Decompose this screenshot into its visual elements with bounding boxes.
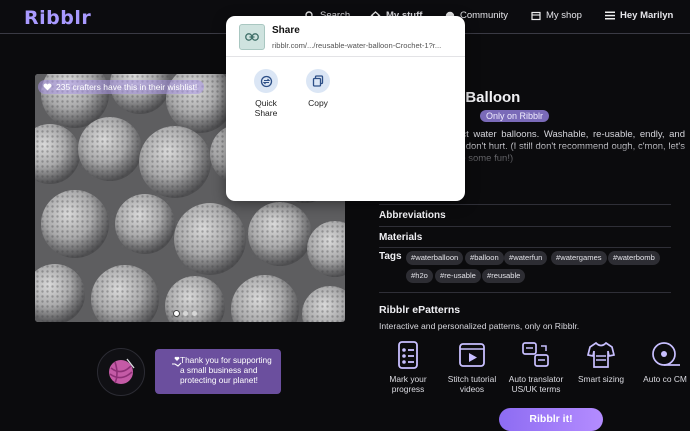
nav-my-shop[interactable]: My shop (531, 10, 582, 21)
share-sheet-header: Share ribblr.com/.../reusable-water-ball… (226, 16, 465, 57)
checklist-icon (398, 341, 418, 369)
measuring-tape-icon (652, 342, 680, 366)
section-divider (379, 247, 671, 248)
shop-icon (531, 11, 541, 20)
translate-icon (522, 342, 549, 367)
nav-user-menu[interactable]: Hey Marilyn (605, 10, 673, 21)
ribblr-logo[interactable]: Ribblr (24, 7, 91, 29)
share-sheet: Share ribblr.com/.../reusable-water-ball… (226, 16, 465, 201)
sweater-icon (586, 341, 616, 368)
tag-chip[interactable]: #re-usable (435, 269, 481, 283)
feature-label: Smart sizing (577, 374, 625, 384)
copy-icon (306, 69, 330, 93)
support-message-text: Thank you for supporting a small busines… (180, 355, 272, 385)
crochet-stitch-texture (248, 202, 312, 266)
copy-label: Copy (308, 98, 328, 108)
carousel-dot[interactable] (183, 311, 188, 316)
tags-label: Tags (379, 251, 402, 262)
carousel-dots (174, 311, 197, 316)
feature-label: Auto co CM (643, 374, 687, 384)
share-url: ribblr.com/.../reusable-water-balloon-Cr… (272, 41, 442, 50)
crochet-stitch-texture (174, 203, 246, 275)
tag-chip[interactable]: #watergames (551, 251, 607, 265)
materials-section[interactable]: Materials (379, 226, 671, 243)
epatterns-subtitle: Interactive and personalized patterns, o… (379, 321, 580, 331)
nav-community-label: Community (460, 10, 509, 21)
section-divider (379, 292, 671, 293)
crochet-stitch-texture (139, 126, 211, 198)
description-fade (440, 145, 690, 167)
carousel-dot[interactable] (174, 311, 179, 316)
feature-mark-progress: Mark your progress (375, 340, 441, 394)
crochet-stitch-texture (78, 117, 142, 181)
crochet-stitch-texture (41, 190, 109, 258)
tag-chip[interactable]: #h2o (406, 269, 433, 283)
feature-auto-translator: Auto translator US/UK terms (503, 340, 569, 394)
hand-heart-icon (172, 356, 182, 367)
feature-smart-sizing: Smart sizing (568, 340, 634, 384)
heart-icon (43, 83, 52, 91)
yarn-ball-icon (109, 358, 135, 384)
quick-share-icon (254, 69, 278, 93)
carousel-dot[interactable] (192, 311, 197, 316)
ribblr-it-button[interactable]: Ribblr it! (499, 408, 603, 431)
only-on-ribblr-pill: Only on Ribblr (480, 110, 550, 122)
quick-share-button[interactable]: Quick Share (246, 69, 286, 118)
share-sheet-title: Share (272, 25, 300, 36)
feature-auto-convert: Auto co CM (632, 340, 690, 384)
abbreviations-section[interactable]: Abbreviations (379, 204, 671, 221)
quick-share-label: Quick Share (254, 98, 278, 118)
feature-stitch-videos: Stitch tutorial videos (439, 340, 505, 394)
crochet-stitch-texture (115, 194, 175, 254)
nav-my-shop-label: My shop (546, 10, 582, 21)
tag-chip[interactable]: #waterbomb (608, 251, 660, 265)
support-message-box: Thank you for supporting a small busines… (155, 349, 281, 394)
wishlist-badge: 235 crafters have this in their wishlist… (38, 80, 205, 94)
video-play-icon (459, 343, 485, 367)
yarn-ball-badge (97, 348, 145, 396)
wishlist-badge-text: 235 crafters have this in their wishlist… (56, 82, 198, 92)
tag-chip[interactable]: #balloon (465, 251, 504, 265)
feature-label: Stitch tutorial videos (447, 374, 497, 394)
epatterns-title: Ribblr ePatterns (379, 304, 461, 316)
tag-chip[interactable]: #waterballoon (406, 251, 464, 265)
tag-chip[interactable]: #reusable (482, 269, 526, 283)
feature-label: Auto translator US/UK terms (508, 374, 564, 394)
copy-button[interactable]: Copy (298, 69, 338, 108)
share-link-thumbnail (239, 24, 265, 50)
tag-chip[interactable]: #waterfun (504, 251, 548, 265)
feature-label: Mark your progress (389, 374, 427, 394)
hamburger-menu-icon (605, 11, 615, 20)
link-icon (245, 33, 259, 41)
user-greeting: Hey Marilyn (620, 10, 674, 21)
